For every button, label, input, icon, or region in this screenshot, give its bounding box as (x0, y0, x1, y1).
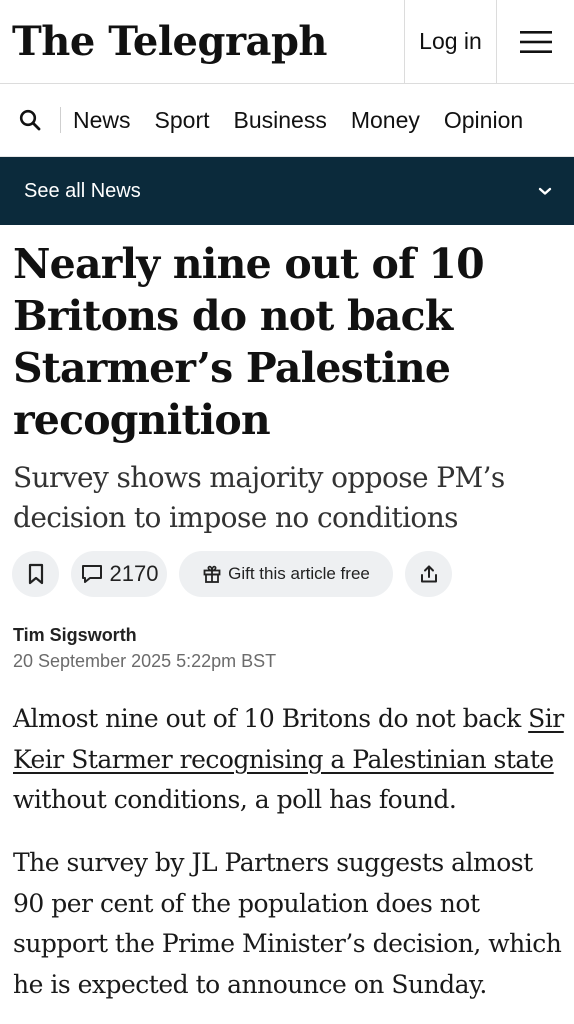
article-standfirst: Survey shows majority oppose PM’s decisi… (13, 461, 505, 534)
nav-item-opinion[interactable]: Opinion (444, 107, 523, 134)
see-all-news-bar[interactable]: See all News (0, 157, 574, 225)
comment-count: 2170 (109, 561, 159, 586)
bookmark-icon (28, 563, 43, 585)
hamburger-menu-icon (519, 30, 552, 53)
see-all-news-label: See all News (24, 179, 141, 202)
nav-fade (524, 84, 574, 156)
comment-icon (81, 565, 102, 583)
nav-item-sport[interactable]: Sport (155, 107, 210, 134)
menu-button[interactable] (496, 0, 574, 83)
gift-article-button[interactable]: Gift this article free (179, 551, 393, 597)
nav-item-money[interactable]: Money (351, 107, 420, 134)
login-button[interactable]: Log in (404, 0, 496, 83)
share-icon (420, 565, 437, 583)
article-headline: Nearly nine out of 10 Britons do not bac… (13, 240, 485, 444)
article-paragraph: Almost nine out of 10 Britons do not bac… (13, 699, 565, 821)
search-button[interactable] (0, 84, 60, 156)
search-icon (19, 109, 41, 131)
nav-item-news[interactable]: News (73, 107, 131, 134)
masthead: The Telegraph Log in (0, 0, 574, 84)
share-button[interactable] (405, 551, 452, 597)
paragraph-text: without conditions, a poll has found. (13, 785, 457, 814)
gift-icon (203, 565, 221, 583)
article-actions: 2170 Gift this article free (12, 551, 452, 597)
paragraph-text: Almost nine out of 10 Britons do not bac… (13, 704, 529, 733)
section-nav: News Sport Business Money Opinion (0, 84, 574, 157)
comments-button[interactable]: 2170 (71, 551, 167, 597)
gift-article-label: Gift this article free (228, 564, 370, 583)
bookmark-button[interactable] (12, 551, 59, 597)
telegraph-logo[interactable]: The Telegraph (0, 0, 404, 83)
nav-divider (60, 107, 61, 133)
article-paragraph: The survey by JL Partners suggests almos… (13, 848, 562, 999)
author-name[interactable]: Tim Sigsworth (13, 625, 137, 646)
chevron-down-icon (538, 187, 552, 195)
publish-date: 20 September 2025 5:22pm BST (13, 651, 277, 671)
nav-item-business[interactable]: Business (234, 107, 327, 134)
